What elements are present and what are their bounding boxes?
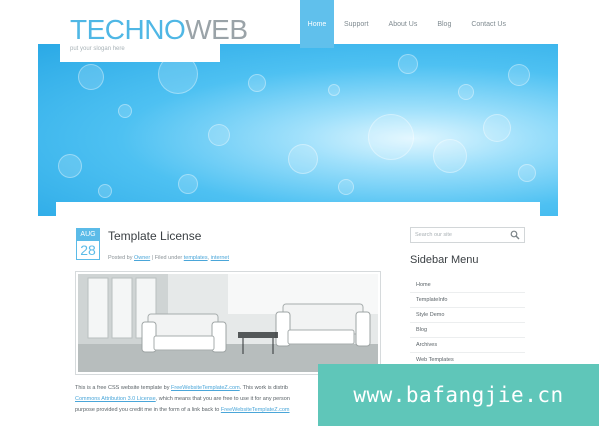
post-text-line2-end: , which means that you are free to use i… [155, 396, 290, 402]
sidebar-item-home[interactable]: Home [410, 278, 525, 293]
search-icon[interactable] [510, 230, 520, 240]
lounge-illustration [78, 274, 378, 372]
nav-item-support[interactable]: Support [334, 0, 379, 48]
post-link-cc-license[interactable]: Commons Attribution 3.0 License [75, 396, 156, 402]
sidebar-item-templateinfo[interactable]: TemplateInfo [410, 293, 525, 308]
watermark-text: www.bafangjie.cn [353, 383, 564, 407]
post-date-day: 28 [80, 242, 96, 258]
nav-item-home[interactable]: Home [300, 0, 334, 48]
post-text-line3: purpose provided you credit me in the fo… [75, 407, 220, 413]
site-logo[interactable]: TECHNOWEB [70, 16, 248, 44]
sidebar-item-blog[interactable]: Blog [410, 323, 525, 338]
sidebar-title: Sidebar Menu [410, 254, 479, 266]
sidebar-menu: Home TemplateInfo Style Demo Blog Archiv… [410, 278, 525, 368]
main-nav: Home Support About Us Blog Contact Us [300, 0, 516, 48]
content-top-edge [56, 202, 540, 218]
logo-area: TECHNOWEB put your slogan here [60, 0, 248, 62]
post-image-scene [78, 274, 378, 372]
site-slogan: put your slogan here [70, 46, 125, 52]
watermark-overlay: www.bafangjie.cn [318, 364, 599, 426]
post-date-month: AUG [77, 229, 99, 241]
logo-part-web: WEB [185, 14, 248, 45]
post-text-line1: This is a free CSS website template by [75, 385, 170, 391]
sidebar-item-archives[interactable]: Archives [410, 338, 525, 353]
post-author-link[interactable]: Owner [134, 255, 150, 261]
logo-part-techno: TECHNO [70, 14, 186, 45]
post-category-link-internet[interactable]: internet [211, 255, 229, 261]
search-input[interactable]: Search our site [410, 227, 525, 243]
header-banner-image [38, 44, 558, 216]
post-date-badge: AUG 28 [76, 228, 100, 260]
post-title[interactable]: Template License [108, 229, 201, 243]
nav-item-blog[interactable]: Blog [427, 0, 461, 48]
post-meta-middle: | Filed under [151, 255, 183, 261]
post-link-freewebsitetemplatez-2[interactable]: FreeWebsiteTemplateZ.com [221, 407, 290, 413]
sidebar-item-style-demo[interactable]: Style Demo [410, 308, 525, 323]
nav-item-contact-us[interactable]: Contact Us [461, 0, 516, 48]
post-text-line1-end: . This work is distrib [239, 385, 288, 391]
post-link-freewebsitetemplatez[interactable]: FreeWebsiteTemplateZ.com [171, 385, 240, 391]
post-image [75, 271, 381, 375]
post-meta: Posted by Owner | Filed under templates,… [108, 255, 230, 261]
nav-item-about-us[interactable]: About Us [379, 0, 428, 48]
post-category-link-templates[interactable]: templates [184, 255, 208, 261]
post-meta-prefix: Posted by [108, 255, 133, 261]
